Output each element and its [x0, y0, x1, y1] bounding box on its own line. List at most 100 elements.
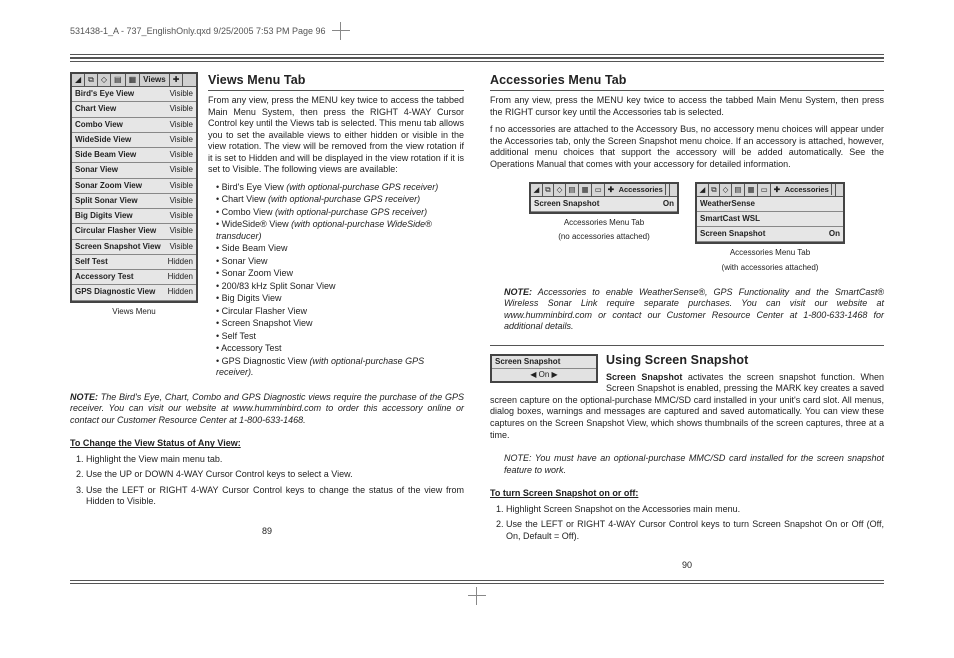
views-bullet: Sonar View [216, 256, 464, 268]
tab-icon: ⧉ [85, 74, 98, 86]
page-number-right: 90 [490, 560, 884, 572]
views-menu-row: Big Digits ViewVisible [72, 209, 196, 224]
views-bullet: Combo View (with optional-purchase GPS r… [216, 207, 464, 219]
views-menu-row: Chart ViewVisible [72, 102, 196, 117]
tab-icon: ▦ [579, 184, 592, 196]
crop-mark-icon [334, 24, 348, 38]
screen-snapshot-widget: Screen Snapshot On [490, 354, 598, 383]
change-view-steps: Highlight the View main menu tab. Use the… [70, 454, 464, 512]
views-bullet: Bird's Eye View (with optional-purchase … [216, 182, 464, 194]
views-menu-row: Self TestHidden [72, 255, 196, 270]
acc-caption-1b: (no accessories attached) [529, 232, 679, 242]
views-bullet: Side Beam View [216, 243, 464, 255]
views-menu-row: Side Beam ViewVisible [72, 148, 196, 163]
views-bullet: 200/83 kHz Split Sonar View [216, 281, 464, 293]
views-tabbar: ◢ ⧉ ◇ ▤ ▦ Views ✚ [72, 74, 196, 87]
tab-icon: ◇ [554, 184, 566, 196]
tab-icon: ▭ [758, 184, 771, 196]
acc-ss-box-2: ◢ ⧉ ◇ ▤ ▦ ▭ ✚ Accessories WeatherSenseSm… [695, 182, 845, 244]
tab-icon: ◢ [72, 74, 85, 86]
views-bullet: Chart View (with optional-purchase GPS r… [216, 194, 464, 206]
views-bullet-list: Bird's Eye View (with optional-purchase … [208, 182, 464, 379]
views-bullet: Screen Snapshot View [216, 318, 464, 330]
tab-icon: ◇ [720, 184, 732, 196]
bottom-crop-mark [70, 589, 884, 608]
views-menu-row: Screen Snapshot ViewVisible [72, 240, 196, 255]
views-bullet: Self Test [216, 331, 464, 343]
tab-views: Views [140, 74, 170, 86]
tab-icon: ▦ [126, 74, 141, 86]
tab-icon: ◢ [531, 184, 543, 196]
step: Highlight the View main menu tab. [86, 454, 464, 466]
views-screenshot-caption: Views Menu [70, 307, 198, 317]
tab-icon: ▤ [111, 74, 126, 86]
tab-accessories: ✚ Accessories [605, 184, 670, 196]
acc-screenshot-withacc: ◢ ⧉ ◇ ▤ ▦ ▭ ✚ Accessories WeatherSenseSm… [695, 182, 845, 273]
views-menu-row: Accessory TestHidden [72, 270, 196, 285]
snapshot-note: NOTE: You must have an optional-purchase… [490, 453, 884, 476]
change-view-heading: To Change the View Status of Any View: [70, 438, 464, 450]
crop-mark-icon [470, 589, 484, 603]
snap-title: Screen Snapshot [492, 356, 596, 369]
left-column: ◢ ⧉ ◇ ▤ ▦ Views ✚ Bird's Eye ViewVisible… [70, 72, 464, 572]
step: Use the LEFT or RIGHT 4-WAY Cursor Contr… [86, 485, 464, 508]
manual-spread: 531438-1_A - 737_EnglishOnly.qxd 9/25/20… [0, 0, 954, 658]
tab-icon: ▦ [745, 184, 758, 196]
accessories-screenshot-row: ◢ ⧉ ◇ ▤ ▦ ▭ ✚ Accessories Screen Snapsho… [490, 182, 884, 273]
acc-intro-2: f no accessories are attached to the Acc… [490, 124, 884, 170]
acc-tabbar: ◢ ⧉ ◇ ▤ ▦ ▭ ✚ Accessories [697, 184, 843, 197]
acc-tabbar: ◢ ⧉ ◇ ▤ ▦ ▭ ✚ Accessories [531, 184, 677, 197]
top-rule [70, 54, 884, 62]
acc-intro-1: From any view, press the MENU key twice … [490, 95, 884, 118]
tab-icon: ⧉ [543, 184, 554, 196]
views-menu-row: WideSide ViewVisible [72, 133, 196, 148]
heading-views-menu-tab: Views Menu Tab [208, 72, 464, 91]
bottom-rule [70, 580, 884, 585]
note-label: NOTE: [504, 287, 532, 297]
views-text-block: Views Menu Tab From any view, press the … [208, 72, 464, 380]
tab-icon: ▭ [592, 184, 605, 196]
acc-caption-2a: Accessories Menu Tab [695, 248, 845, 258]
views-bullet: Big Digits View [216, 293, 464, 305]
acc-caption-1a: Accessories Menu Tab [529, 218, 679, 228]
step: Use the UP or DOWN 4-WAY Cursor Control … [86, 469, 464, 481]
tab-icon: ▤ [732, 184, 745, 196]
views-bullet: Circular Flasher View [216, 306, 464, 318]
tab-icon: ◇ [98, 74, 111, 86]
tab-accessories: ✚ Accessories [771, 184, 836, 196]
turn-snapshot-steps: Highlight Screen Snapshot on the Accesso… [490, 504, 884, 547]
tab-icon: ✚ [170, 74, 184, 86]
page-number-left: 89 [70, 526, 464, 538]
accessories-note: NOTE: Accessories to enable WeatherSense… [490, 287, 884, 333]
right-column: Accessories Menu Tab From any view, pres… [490, 72, 884, 572]
views-bullet: Sonar Zoom View [216, 268, 464, 280]
tab-icon: ◢ [697, 184, 709, 196]
views-note: NOTE: The Bird's Eye, Chart, Combo and G… [70, 392, 464, 427]
views-menu-row: GPS Diagnostic ViewHidden [72, 285, 196, 300]
step: Use the LEFT or RIGHT 4-WAY Cursor Contr… [506, 519, 884, 542]
views-bullet: Accessory Test [216, 343, 464, 355]
acc-caption-2b: (with accessories attached) [695, 263, 845, 273]
page-header: 531438-1_A - 737_EnglishOnly.qxd 9/25/20… [70, 24, 884, 38]
tab-icon: ▤ [566, 184, 579, 196]
note-label: NOTE: [70, 392, 98, 402]
views-menu-row: Sonar Zoom ViewVisible [72, 179, 196, 194]
views-menu-row: Sonar ViewVisible [72, 163, 196, 178]
views-bullet: GPS Diagnostic View (with optional-purch… [216, 356, 464, 379]
views-menu-row: Combo ViewVisible [72, 118, 196, 133]
snap-value: On [492, 369, 596, 381]
acc-ss-box-1: ◢ ⧉ ◇ ▤ ▦ ▭ ✚ Accessories Screen Snapsho… [529, 182, 679, 214]
acc-screenshot-noacc: ◢ ⧉ ◇ ▤ ▦ ▭ ✚ Accessories Screen Snapsho… [529, 182, 679, 273]
views-menu-row: Circular Flasher ViewVisible [72, 224, 196, 239]
views-menu-screenshot: ◢ ⧉ ◇ ▤ ▦ Views ✚ Bird's Eye ViewVisible… [70, 72, 198, 303]
acc-menu-row: Screen SnapshotOn [531, 197, 677, 212]
acc-menu-row: SmartCast WSL [697, 212, 843, 227]
two-column-layout: ◢ ⧉ ◇ ▤ ▦ Views ✚ Bird's Eye ViewVisible… [70, 72, 884, 572]
views-bullet: WideSide® View (with optional-purchase W… [216, 219, 464, 242]
heading-accessories-menu-tab: Accessories Menu Tab [490, 72, 884, 91]
views-menu-row: Split Sonar ViewVisible [72, 194, 196, 209]
views-top-row: ◢ ⧉ ◇ ▤ ▦ Views ✚ Bird's Eye ViewVisible… [70, 72, 464, 380]
tab-icon: ⧉ [709, 184, 720, 196]
header-text: 531438-1_A - 737_EnglishOnly.qxd 9/25/20… [70, 26, 326, 36]
views-screenshot-wrap: ◢ ⧉ ◇ ▤ ▦ Views ✚ Bird's Eye ViewVisible… [70, 72, 198, 380]
